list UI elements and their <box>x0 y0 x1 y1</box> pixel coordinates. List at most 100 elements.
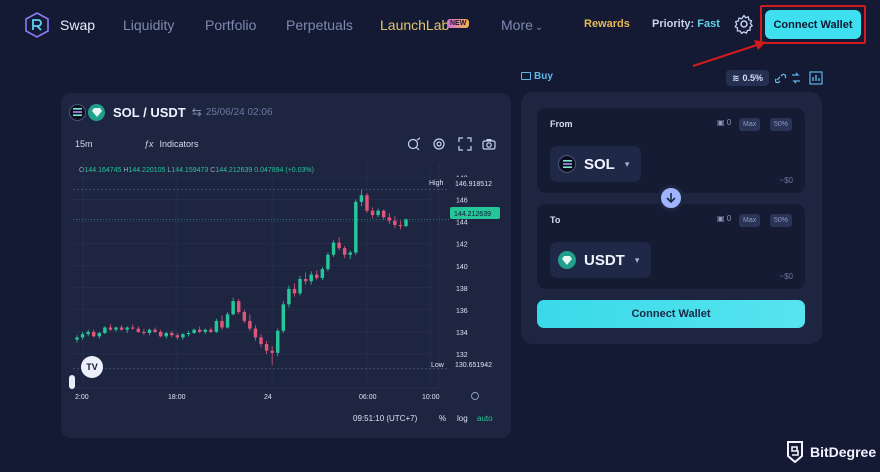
gear-icon[interactable] <box>734 14 754 34</box>
nav-launchlab[interactable]: LaunchLab <box>380 17 449 33</box>
candle-body <box>136 328 141 332</box>
candle-body <box>97 333 102 337</box>
chart-toggle-icon[interactable] <box>809 71 823 85</box>
y-tick-label: 142 <box>456 242 468 249</box>
slippage-icon: ≋ <box>731 72 740 83</box>
buy-tab[interactable]: Buy <box>521 71 553 82</box>
slippage-button[interactable]: ≋ 0.5% <box>726 70 769 86</box>
candle-body <box>337 242 341 249</box>
candle-body <box>253 328 258 338</box>
candle-body <box>80 334 85 338</box>
priority-fee-selector[interactable]: Priority: Fast <box>652 18 720 30</box>
y-tick-label: 146 <box>456 198 468 205</box>
candle-body <box>131 327 135 329</box>
new-badge: NEW <box>447 19 470 28</box>
percent-scale-toggle[interactable]: % <box>439 414 446 423</box>
buy-label: Buy <box>534 71 553 82</box>
buy-icon <box>521 72 531 80</box>
arrow-down-icon <box>666 193 676 204</box>
from-max-button[interactable]: Max <box>739 118 761 131</box>
slippage-value: 0.5% <box>742 73 764 83</box>
candle-body <box>142 331 146 334</box>
candles <box>75 189 408 365</box>
low-value: 130.651942 <box>455 362 492 369</box>
candle-body <box>186 333 191 335</box>
candle-body <box>220 320 224 328</box>
price-markers: High 146.918512 144.212639 Low 130.65194… <box>429 177 500 369</box>
candle-body <box>75 337 79 340</box>
candle-body <box>192 329 196 334</box>
nav-swap[interactable]: Swap <box>60 17 95 33</box>
nav-perpetuals[interactable]: Perpetuals <box>286 17 353 33</box>
to-wallet-balance: ▣ 0 <box>717 214 731 223</box>
wallet-icon: ▣ <box>717 118 725 127</box>
candle-body <box>86 331 90 335</box>
y-tick-label: 134 <box>456 330 468 337</box>
candle-body <box>259 337 263 345</box>
candle-body <box>365 195 369 211</box>
to-token-selector[interactable]: USDT ▾ <box>550 242 652 278</box>
annotation-arrow-icon <box>692 40 766 67</box>
y-tick-label: 140 <box>456 264 468 271</box>
top-navbar: Swap Liquidity Portfolio Perpetuals Laun… <box>0 0 880 67</box>
price-chart[interactable]: 132134136138140142144146148 2:0018:00240… <box>61 93 511 438</box>
candle-body <box>359 195 364 202</box>
tradingview-logo-icon[interactable]: TV <box>81 356 103 378</box>
candle-body <box>370 210 375 216</box>
x-tick-label: 24 <box>264 394 272 401</box>
candle-body <box>276 330 280 353</box>
swap-direction-button[interactable] <box>658 185 684 211</box>
log-scale-toggle[interactable]: log <box>457 414 468 423</box>
y-tick-label: 138 <box>456 286 468 293</box>
to-usd-amount: ~$0 <box>779 272 793 281</box>
candle-body <box>393 220 397 226</box>
wallet-icon: ▣ <box>717 214 725 223</box>
to-field: To ▣ 0 Max 50% USDT ▾ ~$0 <box>537 204 805 289</box>
from-label: From <box>550 119 573 129</box>
y-tick-label: 136 <box>456 308 468 315</box>
candle-body <box>164 333 168 337</box>
candle-body <box>108 327 113 330</box>
to-max-button[interactable]: Max <box>739 214 761 227</box>
candle-body <box>381 210 386 218</box>
y-tick-label: 144 <box>456 220 468 227</box>
candle-body <box>119 327 124 330</box>
panel-action-icons <box>775 71 823 85</box>
candle-body <box>281 304 286 331</box>
candle-body <box>298 279 302 294</box>
candle-body <box>376 210 380 216</box>
candle-body <box>387 217 391 221</box>
candle-body <box>320 269 325 278</box>
auto-scale-toggle[interactable]: auto <box>477 414 493 423</box>
candle-body <box>236 301 241 313</box>
nav-more[interactable]: More ⌄ <box>501 17 543 33</box>
bitdegree-label: BitDegree <box>810 444 877 460</box>
candle-body <box>92 331 96 337</box>
chevron-down-icon: ⌄ <box>534 22 544 33</box>
x-tick-label: 18:00 <box>168 394 186 401</box>
connect-wallet-button[interactable]: Connect Wallet <box>765 10 861 39</box>
candle-body <box>197 329 202 332</box>
raydium-logo-icon[interactable] <box>25 12 49 38</box>
last-price-value: 144.212639 <box>454 211 491 218</box>
usdt-token-icon <box>558 251 576 269</box>
candle-body <box>147 329 152 334</box>
scroll-handle[interactable] <box>69 375 75 389</box>
to-label: To <box>550 215 561 225</box>
candle-body <box>125 327 129 330</box>
from-half-button[interactable]: 50% <box>770 118 793 131</box>
nav-portfolio[interactable]: Portfolio <box>205 17 256 33</box>
nav-liquidity[interactable]: Liquidity <box>123 17 174 33</box>
candle-body <box>175 335 180 338</box>
axis-settings-icon[interactable] <box>471 392 479 400</box>
swap-arrows-icon[interactable] <box>792 72 800 84</box>
from-token-selector[interactable]: SOL ▾ <box>550 146 642 182</box>
link-icon[interactable] <box>775 73 787 84</box>
candle-body <box>326 254 330 270</box>
to-half-button[interactable]: 50% <box>770 214 793 227</box>
x-tick-label: 10:00 <box>422 394 440 401</box>
candle-body <box>348 252 352 255</box>
connect-wallet-main-button[interactable]: Connect Wallet <box>537 300 805 328</box>
candle-body <box>158 331 163 337</box>
rewards-link[interactable]: Rewards <box>584 18 630 30</box>
